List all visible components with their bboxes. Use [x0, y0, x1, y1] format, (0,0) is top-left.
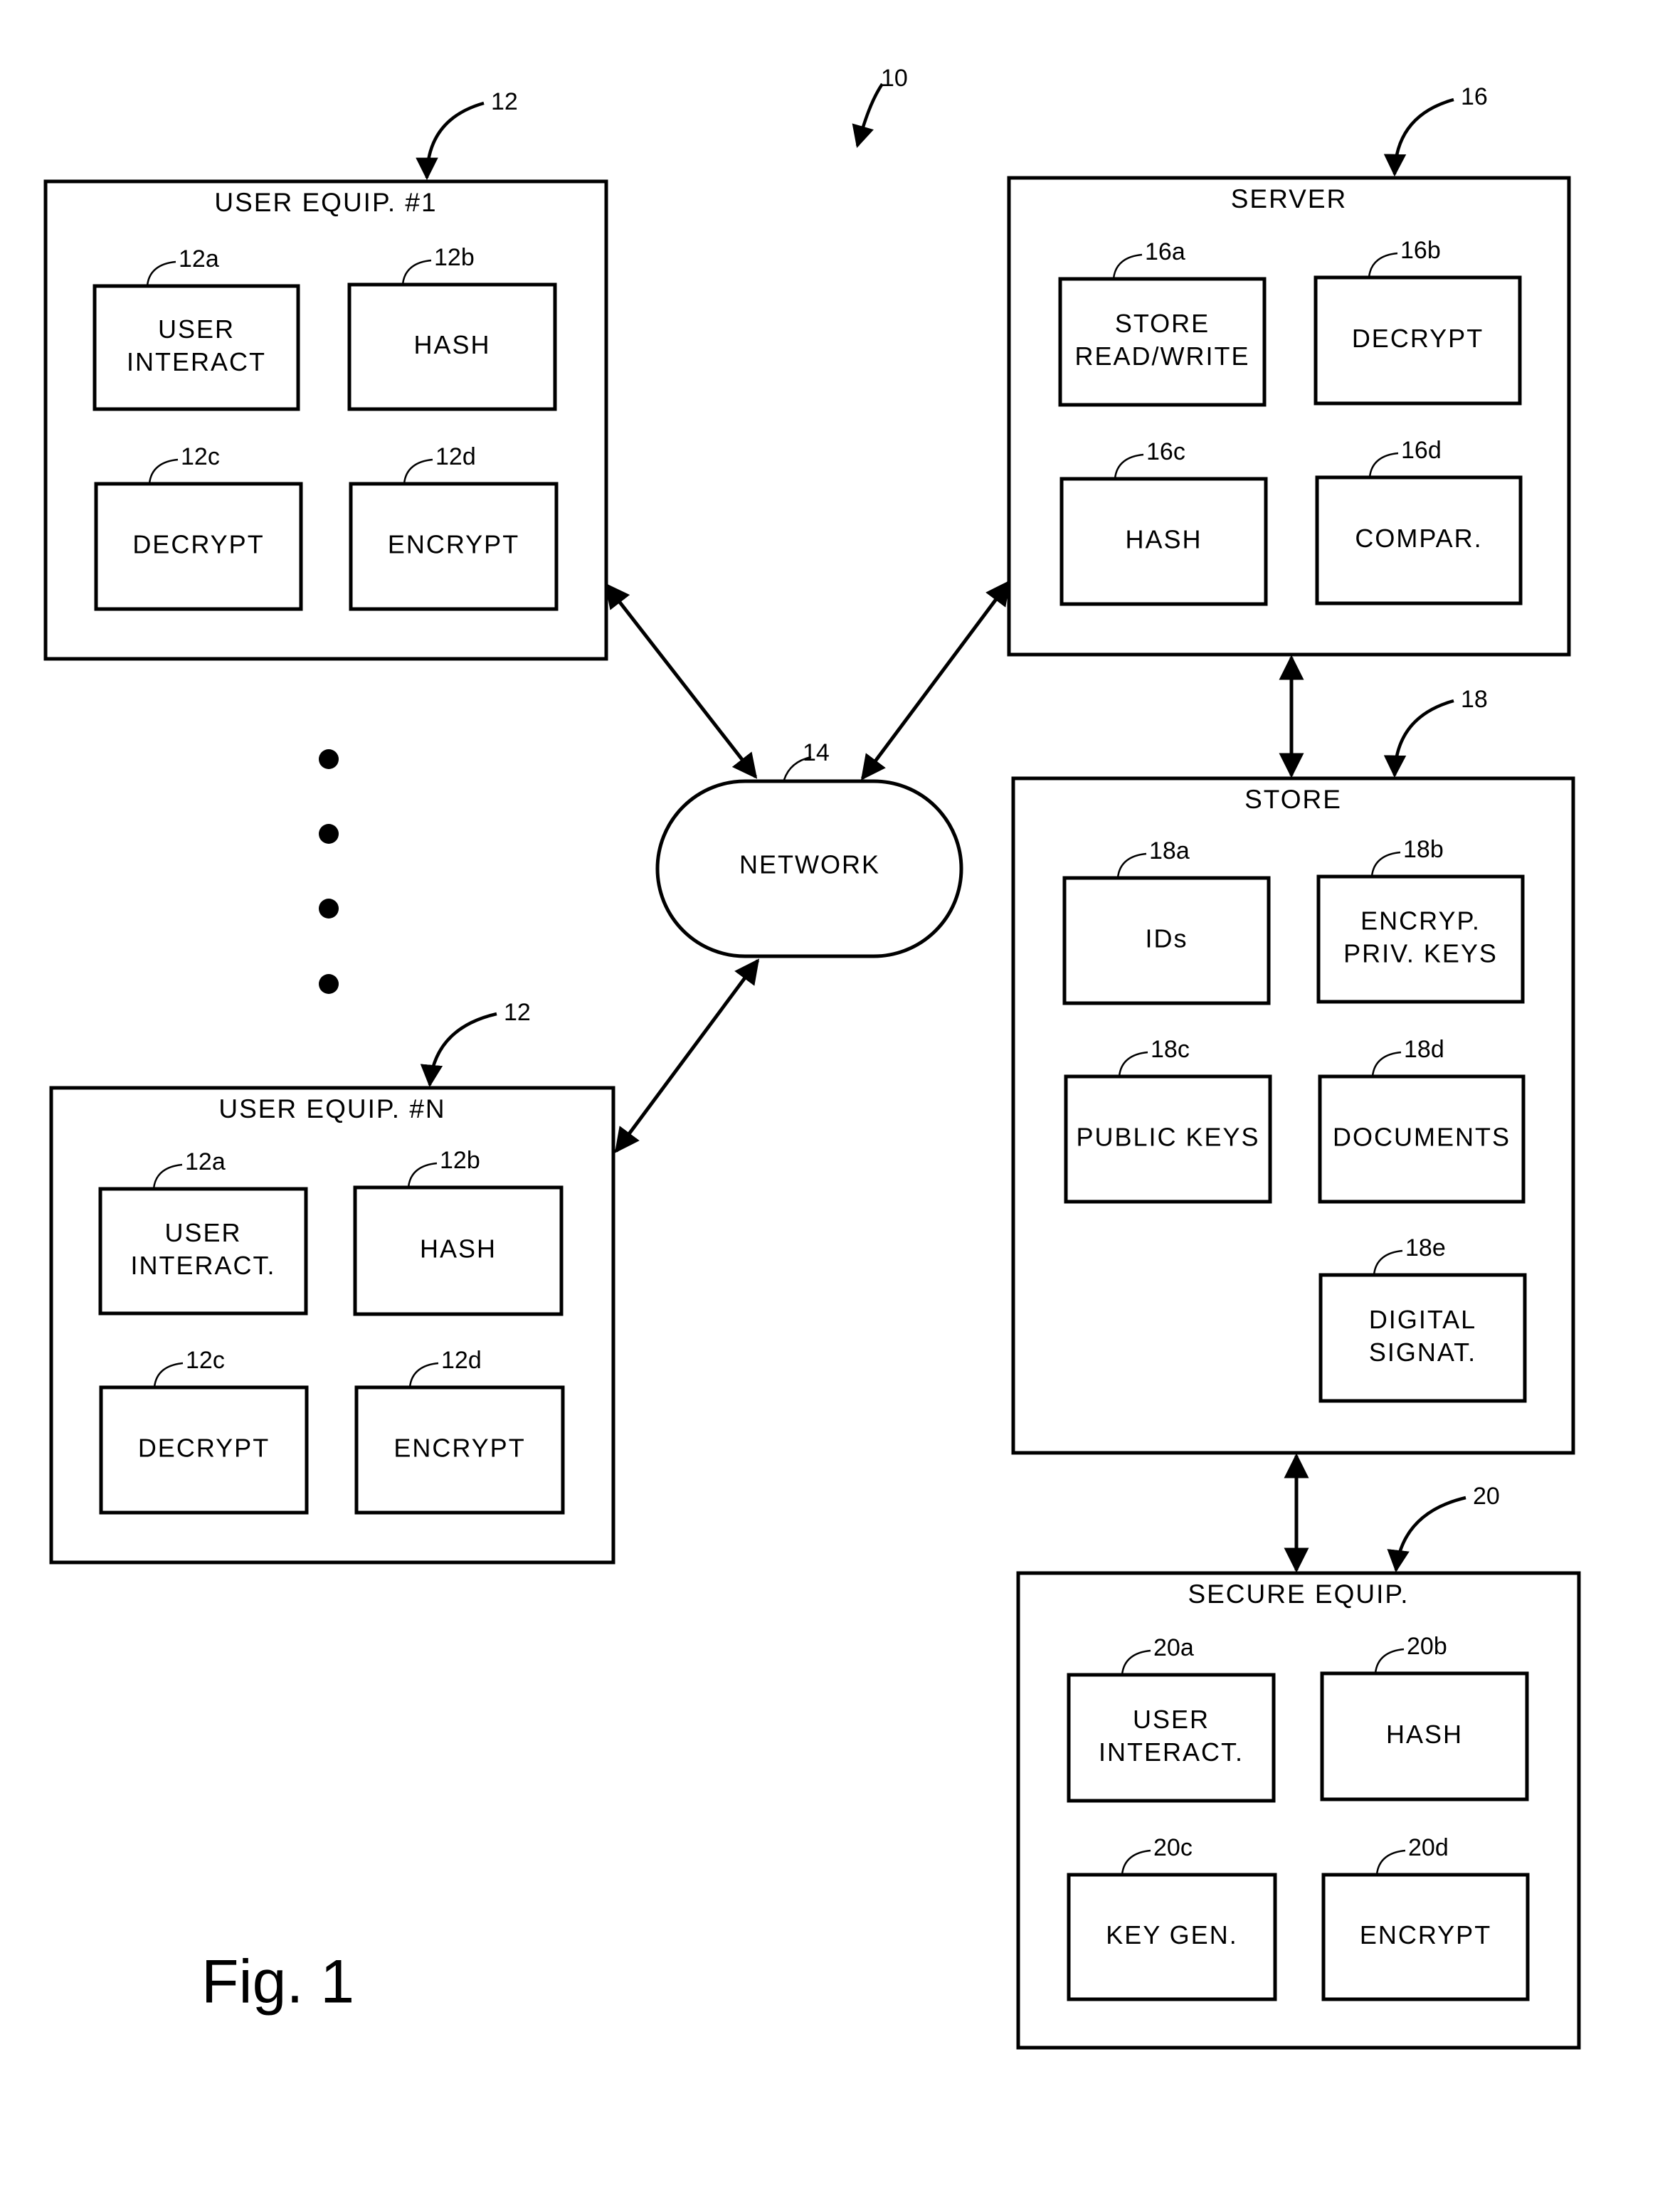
module-label: INTERACT. — [130, 1251, 275, 1280]
module-label: STORE — [1115, 309, 1210, 338]
link-ue1-network — [604, 583, 758, 779]
module-label: DOCUMENTS — [1333, 1123, 1511, 1152]
module-ref: 12d — [435, 443, 476, 470]
module-label: PUBLIC KEYS — [1076, 1123, 1259, 1152]
system-ref-callout: 10 — [852, 65, 908, 149]
module-label: PRIV. KEYS — [1343, 939, 1498, 968]
store-ref-arrow — [1383, 699, 1454, 778]
module-ref: 12d — [441, 1347, 482, 1374]
ellipsis-dot — [319, 974, 339, 994]
network-ref: 14 — [803, 739, 830, 766]
user-equip-1-ref-arrow — [416, 101, 485, 181]
ellipsis-dots — [319, 749, 339, 994]
module-label: COMPAR. — [1355, 524, 1482, 553]
ellipsis-dot — [319, 899, 339, 919]
figure-label: Fig. 1 — [201, 1948, 354, 2016]
module-ref: 20d — [1408, 1834, 1449, 1861]
module-ref: 20b — [1407, 1633, 1447, 1660]
module-label: INTERACT — [127, 347, 266, 376]
module-label: USER — [1133, 1705, 1210, 1734]
module-ref: 20c — [1153, 1834, 1193, 1861]
module-ref: 16a — [1145, 238, 1185, 265]
module-label: HASH — [1125, 525, 1202, 554]
module-label: ENCRYP. — [1360, 906, 1481, 936]
module-label: USER — [158, 314, 235, 344]
module-ref: 12a — [179, 245, 219, 272]
module-ref: 12b — [434, 244, 475, 271]
server-ref-arrow — [1383, 97, 1454, 177]
system-ref-arrow — [852, 83, 884, 149]
store-ref: 18 — [1461, 686, 1488, 713]
store-title: STORE — [1244, 785, 1342, 814]
module-ref: 12a — [185, 1148, 226, 1175]
server-ref: 16 — [1461, 83, 1488, 110]
user-equip-1-ref: 12 — [491, 88, 518, 115]
server-block: SERVER 16 16a STORE READ/WRITE 16b DECRYPT 16c H… — [1007, 83, 1571, 657]
module-label: DECRYPT — [132, 530, 264, 559]
module-ref: 18e — [1405, 1234, 1446, 1261]
module-ref: 12b — [440, 1147, 480, 1174]
module-label: HASH — [413, 330, 490, 359]
ellipsis-dot — [319, 824, 339, 844]
user-equip-n-ref-arrow — [420, 1012, 497, 1088]
server-title: SERVER — [1231, 184, 1348, 213]
module-label: USER — [164, 1218, 241, 1247]
module-label: DECRYPT — [1352, 324, 1484, 353]
module-ref: 20a — [1153, 1634, 1194, 1661]
user-equip-1-block: USER EQUIP. #1 12 12a USER INTERACT 12b HASH 12… — [43, 88, 608, 661]
user-equip-1-title: USER EQUIP. #1 — [214, 188, 437, 217]
secure-equip-title: SECURE EQUIP. — [1188, 1579, 1409, 1609]
module-ref: 16b — [1400, 237, 1441, 264]
module-ref: 18c — [1151, 1036, 1190, 1063]
link-network-uen — [614, 958, 760, 1153]
secure-equip-block: SECURE EQUIP. 20 20a USER INTERACT. 20b HASH 20… — [1016, 1483, 1581, 2050]
module-label: ENCRYPT — [1360, 1920, 1491, 1949]
module-label: ENCRYPT — [388, 530, 519, 559]
network-label: NETWORK — [739, 850, 880, 879]
module-ref: 18d — [1404, 1036, 1444, 1063]
module-ref: 18a — [1149, 837, 1190, 864]
system-diagram: 10 NETWORK 14 USER EQUIP. #1 12 12a USER INT… — [43, 65, 1581, 2050]
module-label: READ/WRITE — [1074, 342, 1249, 371]
system-ref-label: 10 — [881, 65, 908, 92]
link-server-network — [860, 580, 1011, 780]
module-label: SIGNAT. — [1369, 1338, 1476, 1367]
module-label: KEY GEN. — [1106, 1920, 1237, 1949]
module-ref: 12c — [186, 1347, 225, 1374]
module-label: DIGITAL — [1369, 1305, 1476, 1334]
module-ref: 16d — [1401, 437, 1442, 464]
module-ref: 18b — [1403, 836, 1444, 863]
user-equip-n-ref: 12 — [504, 999, 531, 1026]
user-equip-n-block: USER EQUIP. #N 12 12a USER INTERACT. 12b HASH 1… — [49, 999, 615, 1565]
module-ref: 16c — [1146, 438, 1185, 465]
user-equip-n-title: USER EQUIP. #N — [218, 1094, 445, 1123]
module-label: INTERACT. — [1099, 1737, 1244, 1767]
store-block: STORE 18 18a IDs 18b ENCRYP. PRIV. KEYS 18c PUBL… — [1011, 686, 1575, 1455]
module-ref: 12c — [181, 443, 220, 470]
secure-equip-ref: 20 — [1473, 1483, 1500, 1510]
module-label: IDs — [1146, 924, 1188, 953]
network-node[interactable]: NETWORK 14 — [655, 739, 963, 958]
ellipsis-dot — [319, 749, 339, 769]
module-label: ENCRYPT — [393, 1434, 525, 1463]
secure-equip-ref-arrow — [1387, 1496, 1466, 1573]
module-label: HASH — [420, 1234, 497, 1264]
module-label: DECRYPT — [138, 1434, 270, 1463]
module-label: HASH — [1386, 1720, 1463, 1749]
